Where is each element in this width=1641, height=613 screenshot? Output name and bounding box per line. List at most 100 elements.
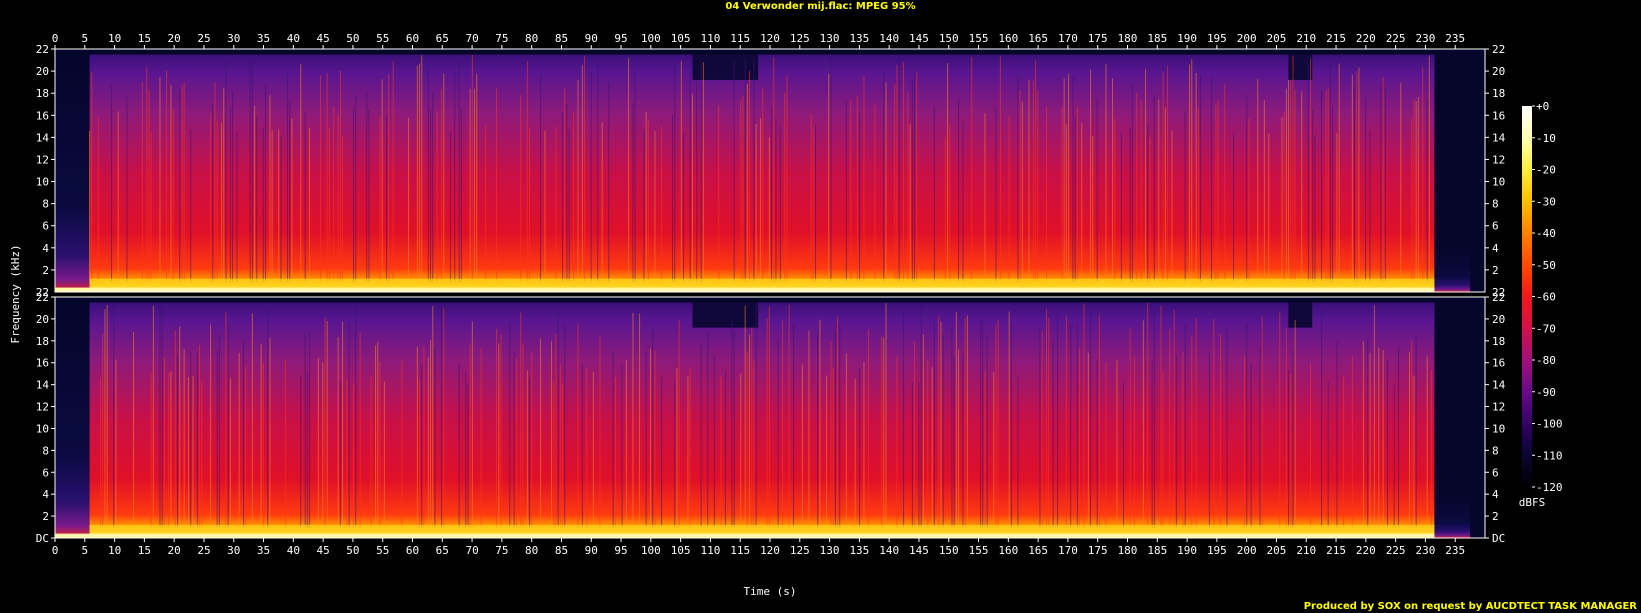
colorbar-tick-label: -50: [1536, 259, 1556, 272]
x-tick-label: 150: [939, 32, 959, 45]
y-tick-label: 18: [1492, 87, 1505, 100]
x-tick-label: 160: [998, 544, 1018, 557]
x-tick-label: 230: [1415, 32, 1435, 45]
x-tick-label: 5: [81, 544, 88, 557]
y-tick-label: 6: [1492, 466, 1499, 479]
x-tick-label: 155: [969, 32, 989, 45]
y-tick-label: 14: [36, 131, 50, 144]
y-tick-label: 12: [36, 401, 49, 414]
y-tick-label: 16: [36, 109, 49, 122]
x-tick-label: 20: [168, 544, 181, 557]
x-tick-label: 125: [790, 32, 810, 45]
colorbar-label: dBFS: [1519, 496, 1546, 509]
x-tick-label: 170: [1058, 32, 1078, 45]
x-tick-label: 175: [1088, 544, 1108, 557]
x-tick-label: 135: [849, 544, 869, 557]
y-tick-label: 2: [1492, 264, 1499, 277]
x-tick-label: 70: [465, 32, 478, 45]
x-tick-label: 105: [671, 544, 691, 557]
colorbar-tick-label: -110: [1536, 449, 1563, 462]
x-tick-label: 225: [1386, 544, 1406, 557]
y-tick-label: 10: [1492, 176, 1505, 189]
lead-in-region: [55, 49, 90, 292]
x-tick-label: 200: [1237, 544, 1257, 557]
x-tick-label: 165: [1028, 32, 1048, 45]
x-tick-label: 15: [138, 544, 151, 557]
spectrogram-chart: 2 24 46 68 810 1012 1214 1416 1618 1820 2022 2222 22…: [9, 32, 1563, 598]
x-tick-label: 100: [641, 544, 661, 557]
x-tick-label: 220: [1356, 544, 1376, 557]
x-tick-label: 210: [1296, 544, 1316, 557]
y-tick-label: 8: [1492, 444, 1499, 457]
x-tick-label: 220: [1356, 32, 1376, 45]
x-tick-label: 45: [317, 544, 330, 557]
x-tick-label: 200: [1237, 32, 1257, 45]
x-tick-label: 45: [317, 32, 330, 45]
y-tick-label: 16: [36, 357, 49, 370]
x-tick-label: 205: [1267, 32, 1287, 45]
x-tick-label: 10: [108, 544, 121, 557]
x-tick-label: 50: [346, 544, 359, 557]
y-tick-label: 6: [42, 220, 49, 233]
x-tick-label: 145: [909, 544, 929, 557]
x-tick-label: 120: [760, 544, 780, 557]
spectrogram-channel-1: [51, 48, 1489, 293]
x-tick-label: 85: [555, 32, 568, 45]
x-tick-label: 135: [849, 32, 869, 45]
x-tick-label: 130: [820, 32, 840, 45]
dc-band: [55, 533, 1435, 538]
y-tick-label: 14: [1492, 379, 1506, 392]
x-tick-label: 190: [1177, 544, 1197, 557]
x-tick-label: 80: [525, 544, 538, 557]
x-tick-label: 15: [138, 32, 151, 45]
x-tick-label: 50: [346, 32, 359, 45]
x-tick-label: 55: [376, 32, 389, 45]
x-tick-label: 5: [81, 32, 88, 45]
quiet-segment: [692, 54, 759, 80]
y-tick-label: 18: [36, 87, 49, 100]
y-tick-label: 20: [36, 65, 49, 78]
y-tick-label: 20: [1492, 65, 1505, 78]
x-tick-label: 195: [1207, 544, 1227, 557]
x-tick-label: 25: [197, 544, 210, 557]
colorbar-tick-label: -100: [1536, 418, 1563, 431]
y-tick-label: 2: [42, 510, 49, 523]
x-tick-label: 60: [406, 32, 419, 45]
y-tick-label: DC: [1492, 532, 1505, 545]
y-tick-label: 2: [1492, 510, 1499, 523]
x-tick-label: 110: [700, 544, 720, 557]
y-tick-label: 6: [1492, 220, 1499, 233]
lead-in-region: [55, 297, 90, 538]
x-tick-label: 80: [525, 32, 538, 45]
x-tick-label: 25: [197, 32, 210, 45]
y-tick-label: 18: [1492, 335, 1505, 348]
x-tick-label: 0: [52, 32, 59, 45]
x-tick-label: 110: [700, 32, 720, 45]
x-tick-label: 180: [1118, 544, 1138, 557]
x-tick-label: 60: [406, 544, 419, 557]
y-tick-label: 22: [36, 43, 49, 56]
x-tick-label: 235: [1445, 544, 1465, 557]
x-tick-label: 30: [227, 544, 240, 557]
x-tick-label: 140: [879, 544, 899, 557]
y-tick-label: 14: [36, 379, 50, 392]
x-tick-label: 115: [730, 544, 750, 557]
y-tick-label: 10: [1492, 422, 1505, 435]
y-tick-label: 16: [1492, 357, 1505, 370]
x-tick-label: 215: [1326, 544, 1346, 557]
x-tick-label: 40: [287, 32, 300, 45]
y-tick-label: 12: [1492, 401, 1505, 414]
x-tick-label: 115: [730, 32, 750, 45]
x-tick-label: 185: [1147, 32, 1167, 45]
y-tick-label: 8: [42, 198, 49, 211]
quiet-segment: [1288, 302, 1313, 328]
x-tick-label: 100: [641, 32, 661, 45]
y-tick-label: 8: [1492, 198, 1499, 211]
x-tick-label: 150: [939, 544, 959, 557]
x-tick-label: 105: [671, 32, 691, 45]
x-tick-label: 75: [495, 544, 508, 557]
colorbar-tick-label: +0: [1536, 100, 1549, 113]
x-tick-label: 170: [1058, 544, 1078, 557]
y-tick-label: 22: [1492, 43, 1505, 56]
x-tick-label: 205: [1267, 544, 1287, 557]
